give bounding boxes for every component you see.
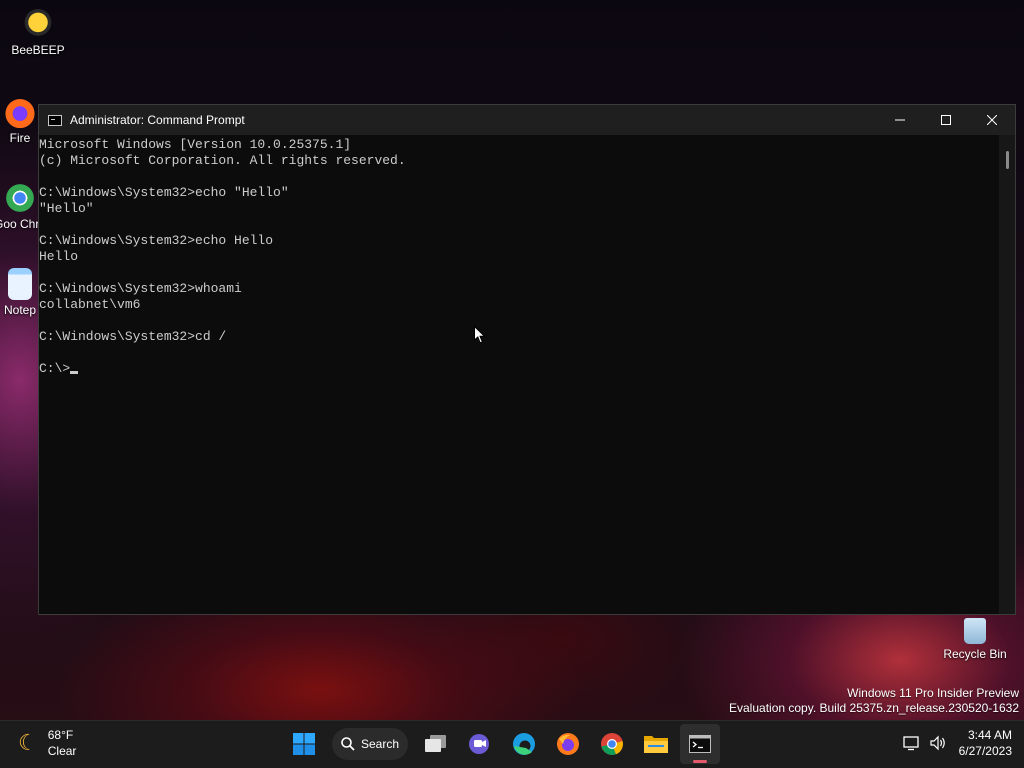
beebeep-icon	[22, 8, 54, 40]
desktop-icon-label: BeeBEEP	[11, 43, 65, 57]
search-icon	[341, 737, 355, 751]
console-line: Microsoft Windows [Version 10.0.25375.1]	[39, 137, 352, 152]
command-prompt-icon	[48, 114, 62, 126]
close-button[interactable]	[969, 105, 1015, 135]
console-line: C:\Windows\System32>echo "Hello"	[39, 185, 289, 200]
vertical-scrollbar[interactable]	[999, 135, 1015, 614]
start-icon	[293, 733, 315, 755]
chat-button[interactable]	[460, 724, 500, 764]
close-icon	[987, 115, 997, 125]
evaluation-watermark: Windows 11 Pro Insider Preview Evaluatio…	[729, 686, 1019, 716]
console-prompt-line[interactable]: C:\>	[39, 361, 999, 377]
clock-button[interactable]: 3:44 AM 6/27/2023	[959, 727, 1012, 759]
search-label: Search	[360, 737, 400, 751]
title-bar[interactable]: Administrator: Command Prompt	[39, 105, 1015, 135]
command-prompt-taskbar-button[interactable]	[680, 724, 720, 764]
weather-condition: Clear	[47, 744, 77, 758]
task-view-icon	[425, 735, 446, 752]
console-line: collabnet\vm6	[39, 297, 141, 312]
firefox-button[interactable]	[548, 724, 588, 764]
maximize-icon	[941, 115, 951, 125]
desktop-icon-recycle-bin[interactable]: Recycle Bin	[937, 618, 1013, 662]
clock-time: 3:44 AM	[967, 728, 1012, 742]
text-cursor	[70, 371, 79, 374]
maximize-button[interactable]	[923, 105, 969, 135]
console-line: (c) Microsoft Corporation. All rights re…	[39, 153, 406, 168]
command-prompt-window[interactable]: Administrator: Command Prompt Microsoft …	[38, 104, 1016, 615]
taskbar: ☾ 68°F Clear Search 3:44 AM 6/27/2023	[0, 720, 1024, 768]
task-view-button[interactable]	[416, 724, 456, 764]
volume-icon	[930, 735, 945, 751]
file-explorer-icon	[644, 736, 668, 753]
console-line: C:\Windows\System32>cd /	[39, 329, 227, 344]
console-output[interactable]: Microsoft Windows [Version 10.0.25375.1]…	[39, 135, 999, 614]
moon-icon: ☾	[18, 730, 38, 755]
quick-settings-button[interactable]	[902, 735, 947, 751]
weather-widget[interactable]: ☾ 68°F Clear	[18, 727, 76, 759]
minimize-icon	[895, 119, 905, 121]
chrome-button[interactable]	[592, 724, 632, 764]
console-prompt: C:\>	[39, 361, 71, 376]
watermark-edition: Windows 11 Pro Insider Preview	[847, 686, 1019, 700]
edge-button[interactable]	[504, 724, 544, 764]
network-icon	[902, 736, 919, 751]
chrome-icon	[4, 182, 36, 214]
chrome-icon	[601, 733, 623, 755]
recycle-bin-icon	[964, 618, 986, 644]
start-button[interactable]	[284, 724, 324, 764]
chat-icon	[469, 734, 489, 754]
search-button[interactable]: Search	[332, 728, 408, 760]
console-line: C:\Windows\System32>whoami	[39, 281, 242, 296]
weather-temperature: 68°F	[47, 728, 74, 742]
taskbar-apps: Search	[282, 724, 722, 764]
scrollbar-thumb[interactable]	[1006, 151, 1009, 169]
window-title: Administrator: Command Prompt	[70, 113, 245, 127]
file-explorer-button[interactable]	[636, 724, 676, 764]
edge-icon	[513, 733, 535, 755]
terminal-icon	[689, 735, 711, 753]
watermark-build: Evaluation copy. Build 25375.zn_release.…	[729, 701, 1019, 715]
firefox-icon	[557, 733, 579, 755]
mouse-pointer-icon	[474, 326, 486, 344]
minimize-button[interactable]	[877, 105, 923, 135]
console-line: "Hello"	[39, 201, 94, 216]
clock-date: 6/27/2023	[958, 744, 1012, 758]
firefox-icon	[4, 96, 36, 128]
desktop-icon-label: Recycle Bin	[943, 647, 1007, 661]
console-line: Hello	[39, 249, 79, 264]
notepad-icon	[8, 268, 32, 300]
console-line: C:\Windows\System32>echo Hello	[39, 233, 274, 248]
system-tray: 3:44 AM 6/27/2023	[902, 727, 1012, 759]
desktop-icon-beebeep[interactable]: BeeBEEP	[0, 8, 76, 58]
